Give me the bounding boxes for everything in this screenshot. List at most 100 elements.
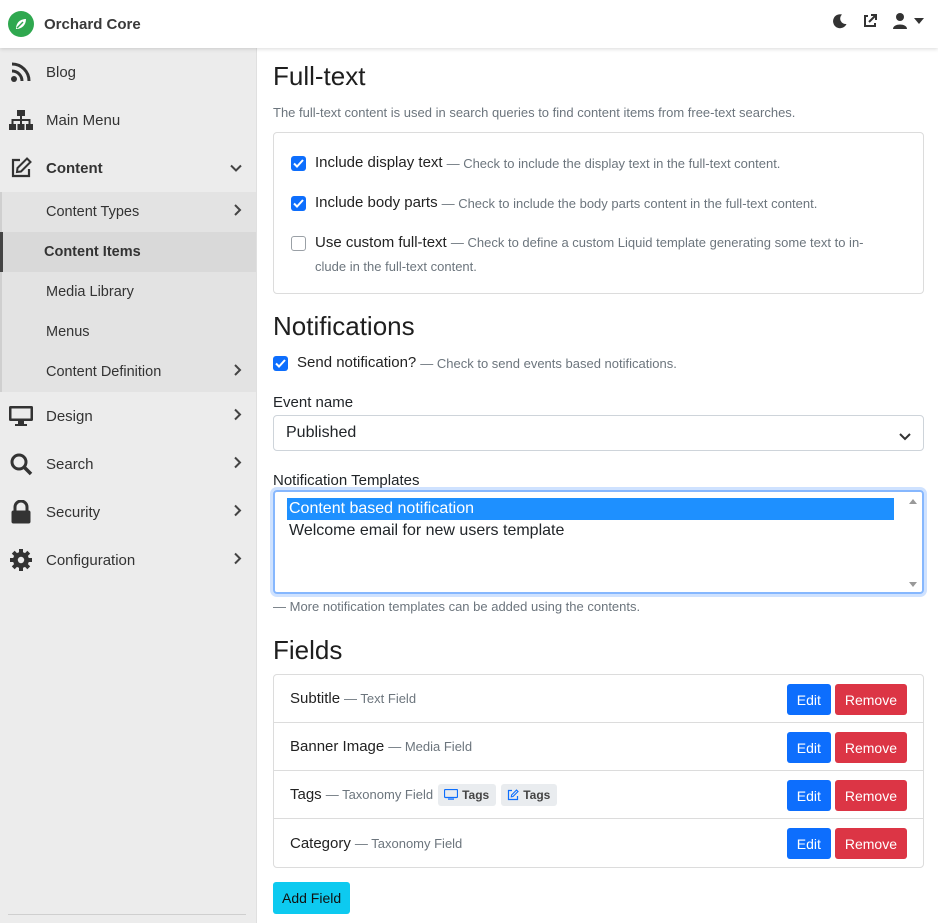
template-option-content-based[interactable]: Content based notification [287, 498, 894, 520]
include-display-text-option: Include display text — Check to include … [291, 154, 780, 171]
listbox-scrollbar[interactable] [906, 494, 920, 590]
sidebar: Blog Main Menu Content Content Types Con… [0, 48, 257, 923]
sidebar-item-label: Design [46, 407, 93, 425]
custom-fulltext-option: Use custom full-text — Check to define a… [291, 234, 911, 279]
sidebar-item-security[interactable]: Security [0, 488, 256, 536]
fulltext-options-card: Include display text — Check to include … [273, 132, 924, 294]
edit-button[interactable]: Edit [786, 828, 831, 859]
chevron-right-icon [234, 408, 242, 425]
moon-icon[interactable] [832, 13, 848, 29]
field-name: Subtitle [290, 690, 341, 707]
field-type: — Taxonomy Field [354, 835, 463, 851]
sidebar-item-main-menu[interactable]: Main Menu [0, 96, 256, 144]
tags-display-badge[interactable]: Tags [438, 783, 497, 806]
include-body-parts-hint: — Check to include the body parts conten… [441, 196, 818, 211]
orchard-logo-icon [8, 11, 34, 37]
edit-icon [508, 788, 520, 800]
sidebar-item-content[interactable]: Content [0, 144, 256, 192]
remove-button[interactable]: Remove [834, 684, 907, 715]
sidebar-item-label: Media Library [46, 284, 134, 300]
chevron-right-icon [234, 552, 242, 569]
event-name-value: Published [286, 424, 357, 441]
remove-button[interactable]: Remove [834, 780, 907, 811]
sidebar-item-label: Content Items [44, 244, 141, 260]
include-body-parts-label[interactable]: Include body parts [315, 194, 438, 211]
tag-label: Tags [523, 787, 551, 802]
gear-icon [8, 547, 34, 573]
edit-button[interactable]: Edit [786, 780, 831, 811]
notification-templates-label: Notification Templates [273, 472, 420, 489]
include-body-parts-checkbox[interactable] [291, 196, 306, 211]
field-row-banner-image: Banner Image — Media Field Edit Remove [274, 723, 923, 771]
remove-button[interactable]: Remove [834, 828, 907, 859]
user-menu-button[interactable] [892, 12, 924, 29]
template-option-welcome-email[interactable]: Welcome email for new users template [287, 520, 894, 542]
field-name: Tags [290, 786, 322, 803]
sidebar-item-design[interactable]: Design [0, 392, 256, 440]
fields-list: Subtitle — Text Field Edit Remove Banner… [273, 674, 924, 868]
include-display-text-hint: — Check to include the display text in t… [446, 156, 781, 171]
edit-icon [8, 155, 34, 181]
field-type: — Media Field [388, 739, 473, 754]
sidebar-item-label: Menus [46, 324, 90, 340]
send-notification-label[interactable]: Send notification? [297, 354, 416, 371]
user-icon [892, 12, 908, 29]
search-icon [8, 451, 34, 477]
sidebar-divider [8, 914, 246, 915]
sidebar-item-content-items[interactable]: Content Items [0, 232, 256, 272]
tags-editor-badge[interactable]: Tags [501, 783, 558, 806]
chevron-right-icon [234, 364, 242, 380]
field-type: — Text Field [344, 691, 417, 706]
sidebar-item-content-definition[interactable]: Content Definition [2, 352, 256, 392]
sidebar-item-blog[interactable]: Blog [0, 48, 256, 96]
remove-button[interactable]: Remove [834, 732, 907, 763]
include-body-parts-option: Include body parts — Check to include th… [291, 194, 817, 211]
tag-label: Tags [462, 787, 490, 802]
sidebar-item-configuration[interactable]: Configuration [0, 536, 256, 584]
external-link-icon[interactable] [862, 13, 878, 29]
field-type: — Taxonomy Field [325, 787, 434, 802]
sidebar-item-label: Search [46, 455, 94, 473]
edit-button[interactable]: Edit [786, 684, 831, 715]
field-row-subtitle: Subtitle — Text Field Edit Remove [274, 675, 923, 723]
field-name: Banner Image [290, 738, 385, 755]
caret-down-icon [914, 17, 924, 24]
chevron-right-icon [234, 456, 242, 473]
sidebar-item-menus[interactable]: Menus [2, 312, 256, 352]
include-display-text-label[interactable]: Include display text [315, 154, 443, 171]
custom-fulltext-label[interactable]: Use custom full-text [315, 234, 447, 251]
event-name-select[interactable]: Published [273, 415, 924, 451]
sidebar-item-label: Content [46, 159, 103, 177]
send-notification-option: Send notification? — Check to send event… [273, 354, 677, 371]
sidebar-item-media-library[interactable]: Media Library [2, 272, 256, 312]
content-submenu: Content Types Content Items Media Librar… [0, 192, 256, 392]
sidebar-item-search[interactable]: Search [0, 440, 256, 488]
sidebar-item-label: Security [46, 503, 101, 521]
sidebar-item-content-types[interactable]: Content Types [2, 192, 256, 232]
monitor-icon [444, 789, 459, 800]
chevron-right-icon [234, 504, 242, 521]
edit-button[interactable]: Edit [786, 732, 831, 763]
templates-hint: — More notification templates can be add… [273, 599, 641, 614]
send-notification-hint: — Check to send events based notificatio… [420, 356, 677, 371]
sidebar-item-label: Main Menu [46, 111, 121, 129]
field-row-category: Category — Taxonomy Field Edit Remove [274, 819, 923, 867]
app-title: Orchard Core [44, 15, 141, 33]
custom-fulltext-checkbox[interactable] [291, 236, 306, 251]
top-navbar: Orchard Core [0, 0, 938, 48]
event-name-label: Event name [273, 394, 354, 411]
monitor-icon [8, 403, 34, 429]
brand[interactable]: Orchard Core [8, 11, 141, 37]
include-display-text-checkbox[interactable] [291, 156, 306, 171]
chevron-down-icon [899, 428, 911, 446]
field-row-tags: Tags — Taxonomy Field Tags Tags Edit Rem… [274, 771, 923, 819]
chevron-right-icon [234, 204, 242, 220]
fulltext-description: The full-text content is used in search … [273, 105, 796, 120]
notifications-heading: Notifications [273, 311, 415, 341]
add-field-button[interactable]: Add Field [273, 882, 351, 914]
notification-templates-listbox[interactable]: Content based notification Welcome email… [273, 490, 924, 594]
sidebar-item-label: Content Types [46, 204, 140, 220]
fulltext-heading: Full-text [273, 61, 366, 91]
send-notification-checkbox[interactable] [273, 356, 288, 371]
sitemap-icon [8, 107, 34, 133]
